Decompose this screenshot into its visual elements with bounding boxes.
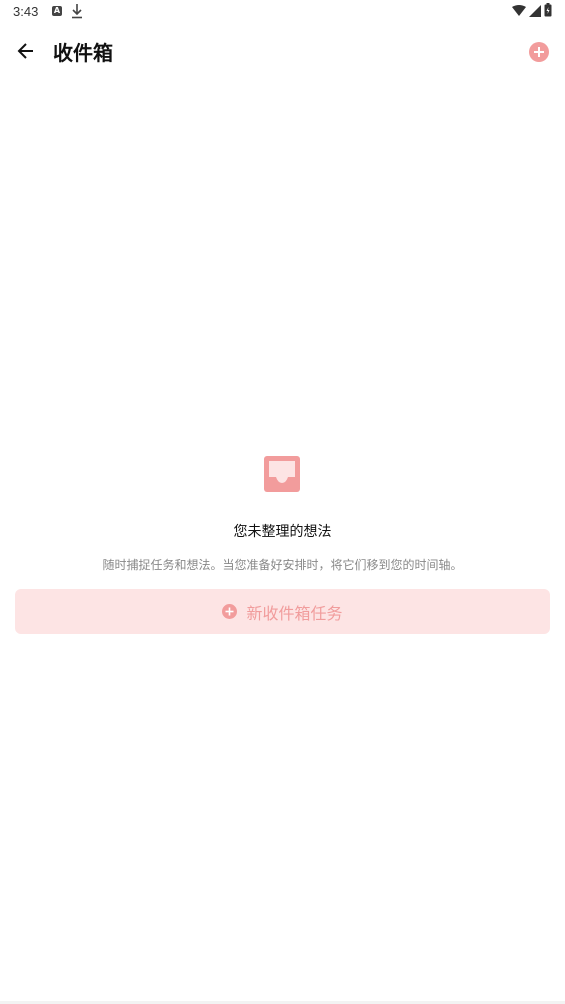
plus-circle-icon (222, 604, 238, 619)
empty-state-description: 随时捕捉任务和想法。当您准备好安排时，将它们移到您的时间轴。 (102, 558, 463, 572)
download-icon (71, 3, 83, 19)
status-time: 3:43 (13, 4, 39, 19)
status-right-icons (512, 2, 552, 21)
inbox-icon (264, 456, 300, 492)
notification-a-icon: A (52, 6, 62, 16)
back-button[interactable] (12, 39, 40, 67)
status-bar: 3:43 A (0, 0, 565, 24)
add-task-button[interactable] (529, 42, 549, 62)
page-title: 收件箱 (53, 41, 113, 65)
battery-icon (544, 2, 552, 21)
empty-state-title: 您未整理的想法 (233, 524, 332, 540)
new-inbox-task-button[interactable]: 新收件箱任务 (15, 589, 550, 634)
app-bar: 收件箱 (0, 24, 565, 82)
new-inbox-task-label: 新收件箱任务 (246, 603, 343, 623)
wifi-icon (512, 2, 526, 21)
arrow-left-icon (16, 41, 36, 65)
plus-circle-icon (533, 43, 545, 62)
signal-icon (529, 2, 541, 21)
